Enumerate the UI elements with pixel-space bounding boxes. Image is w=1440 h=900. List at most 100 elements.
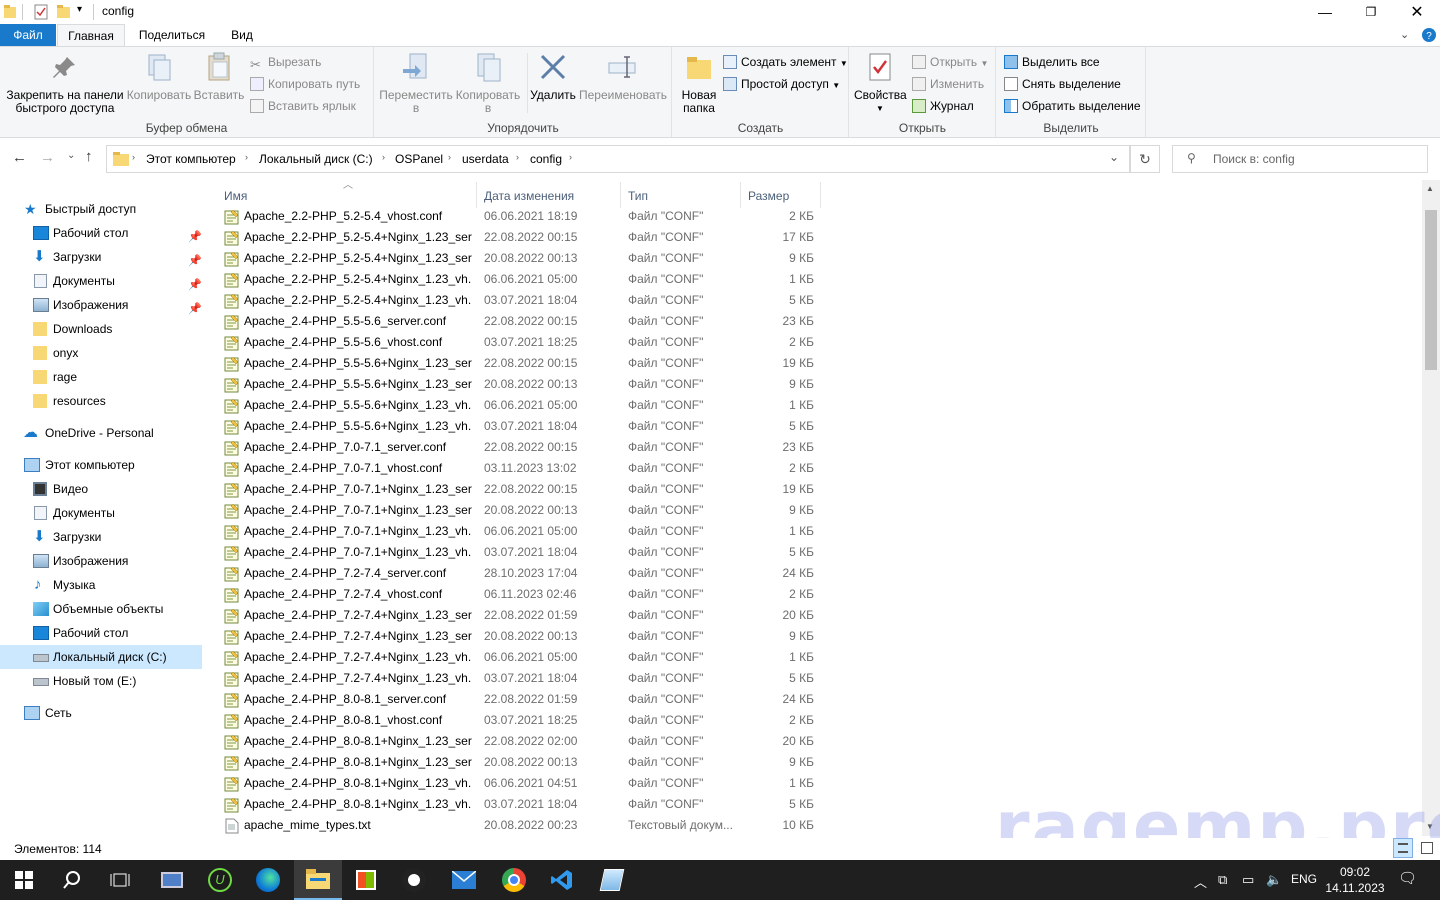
chevron-right-icon[interactable]: › (516, 152, 519, 162)
file-row[interactable]: Apache_2.4-PHP_5.5-5.6_vhost.conf 03.07.2… (222, 332, 822, 353)
chevron-right-icon[interactable]: › (132, 152, 135, 162)
file-row[interactable]: Apache_2.4-PHP_8.0-8.1_server.conf 22.08.… (222, 689, 822, 710)
tab-home[interactable]: Главная (57, 24, 125, 47)
copy-to-button[interactable]: Копировать в (453, 51, 523, 115)
nav-item-documents[interactable]: Документы 📌 (0, 269, 202, 293)
file-row[interactable]: Apache_2.4-PHP_8.0-8.1+Nginx_1.23_ser...… (222, 731, 822, 752)
show-hidden-icons[interactable]: ︿ (1194, 872, 1207, 891)
back-icon[interactable]: ← (12, 149, 27, 166)
cut-button[interactable]: ✂ Вырезать (250, 52, 321, 72)
column-header-date[interactable]: Дата изменения (484, 184, 574, 208)
chevron-right-icon[interactable]: › (569, 152, 572, 162)
nav-item-resources[interactable]: resources (0, 389, 202, 413)
paste-button[interactable]: Вставить (192, 51, 246, 102)
meet-now-icon[interactable]: ⧉ (1218, 872, 1227, 888)
file-row[interactable]: Apache_2.4-PHP_8.0-8.1+Nginx_1.23_vh... 0… (222, 773, 822, 794)
nav-item-volume-e[interactable]: Новый том (E:) (0, 669, 202, 693)
collapse-ribbon-icon[interactable]: ⌄ (1400, 28, 1409, 41)
easy-access-button[interactable]: Простой доступ ▼ (723, 74, 840, 94)
up-icon[interactable]: ↑ (85, 148, 93, 165)
task-view-button[interactable] (96, 860, 144, 900)
file-row[interactable]: apache_mime_types.txt 20.08.2022 00:23 Тек… (222, 815, 822, 836)
nav-item-onyx[interactable]: onyx (0, 341, 202, 365)
chevron-right-icon[interactable]: › (448, 152, 451, 162)
file-row[interactable]: Apache_2.4-PHP_7.0-7.1_vhost.conf 03.11.2… (222, 458, 822, 479)
notifications-icon[interactable]: 🗨 (1398, 869, 1417, 887)
app-obs-button[interactable] (390, 860, 438, 900)
column-header-type[interactable]: Тип (628, 184, 648, 208)
app-notepad-button[interactable] (588, 860, 636, 900)
file-row[interactable]: Apache_2.4-PHP_5.5-5.6+Nginx_1.23_ser...… (222, 353, 822, 374)
properties-button[interactable]: Свойства ▼ (854, 51, 907, 115)
app-settings-button[interactable] (148, 860, 196, 900)
large-icons-view-button[interactable] (1417, 838, 1437, 858)
nav-onedrive[interactable]: ☁ OneDrive - Personal (0, 421, 202, 445)
nav-item-local-disk-c[interactable]: Локальный диск (C:) (0, 645, 202, 669)
file-row[interactable]: Apache_2.4-PHP_7.0-7.1_server.conf 22.08.… (222, 437, 822, 458)
file-row[interactable]: Apache_2.4-PHP_7.0-7.1+Nginx_1.23_vh... 0… (222, 521, 822, 542)
language-indicator[interactable]: ENG (1291, 872, 1317, 886)
file-row[interactable]: Apache_2.4-PHP_7.2-7.4_vhost.conf 06.11.2… (222, 584, 822, 605)
nav-this-pc[interactable]: Этот компьютер (0, 453, 202, 477)
nav-item-downloads-folder[interactable]: Downloads (0, 317, 202, 341)
file-row[interactable]: Apache_2.4-PHP_7.2-7.4+Nginx_1.23_vh... 0… (222, 647, 822, 668)
chevron-right-icon[interactable]: › (382, 152, 385, 162)
crumb-config[interactable]: config (530, 152, 562, 166)
invert-selection-button[interactable]: Обратить выделение (1004, 96, 1141, 116)
file-row[interactable]: Apache_2.4-PHP_8.0-8.1+Nginx_1.23_ser...… (222, 752, 822, 773)
new-folder-button[interactable]: Новая папка (677, 51, 721, 115)
search-taskbar-button[interactable] (48, 860, 96, 900)
close-button[interactable]: ✕ (1394, 0, 1440, 24)
customize-qat-icon[interactable]: ▾ (77, 4, 82, 15)
nav-item-pc-downloads[interactable]: ⬇ Загрузки (0, 525, 202, 549)
file-row[interactable]: Apache_2.4-PHP_5.5-5.6_server.conf 22.08.… (222, 311, 822, 332)
nav-item-pc-pictures[interactable]: Изображения (0, 549, 202, 573)
scroll-up-icon[interactable]: ▲ (1426, 184, 1434, 193)
app-chrome-button[interactable] (490, 860, 538, 900)
history-button[interactable]: Журнал (912, 96, 974, 116)
file-row[interactable]: Apache_2.4-PHP_7.0-7.1+Nginx_1.23_ser...… (222, 500, 822, 521)
recent-locations-icon[interactable]: ⌄ (67, 150, 75, 161)
new-item-button[interactable]: Создать элемент ▼ (723, 52, 848, 72)
nav-item-downloads[interactable]: ⬇ Загрузки 📌 (0, 245, 202, 269)
chevron-right-icon[interactable]: › (245, 152, 248, 162)
network-tray-icon[interactable]: ▭ (1242, 872, 1254, 888)
address-dropdown-icon[interactable]: ⌄ (1109, 150, 1119, 164)
address-input[interactable]: › Этот компьютер › Локальный диск (C:) ›… (106, 145, 1130, 173)
app-mail-button[interactable] (440, 860, 488, 900)
crumb-this-pc[interactable]: Этот компьютер (146, 152, 236, 166)
nav-item-videos[interactable]: Видео (0, 477, 202, 501)
volume-icon[interactable]: 🔈 (1266, 872, 1282, 888)
nav-item-music[interactable]: ♪ Музыка (0, 573, 202, 597)
minimize-button[interactable]: — (1302, 0, 1348, 24)
app-edge-button[interactable] (244, 860, 292, 900)
nav-item-desktop[interactable]: Рабочий стол 📌 (0, 221, 202, 245)
copy-button[interactable]: Копировать (126, 51, 192, 102)
nav-item-pc-desktop[interactable]: Рабочий стол (0, 621, 202, 645)
nav-item-rage[interactable]: rage (0, 365, 202, 389)
refresh-button[interactable]: ↻ (1130, 145, 1160, 173)
details-view-button[interactable] (1393, 838, 1413, 858)
help-icon[interactable]: ? (1422, 28, 1436, 42)
paste-shortcut-button[interactable]: Вставить ярлык (250, 96, 356, 116)
pin-quick-access-button[interactable]: Закрепить на панели быстрого доступа (4, 51, 126, 115)
file-row[interactable]: Apache_2.2-PHP_5.2-5.4+Nginx_1.23_ser...… (222, 227, 822, 248)
file-row[interactable]: Apache_2.4-PHP_8.0-8.1+Nginx_1.23_vh... 0… (222, 794, 822, 815)
file-row[interactable]: Apache_2.2-PHP_5.2-5.4+Nginx_1.23_vh... 0… (222, 269, 822, 290)
file-row[interactable]: Apache_2.4-PHP_5.5-5.6+Nginx_1.23_ser...… (222, 374, 822, 395)
tab-file[interactable]: Файл (0, 24, 56, 46)
rename-button[interactable]: Переименовать (577, 51, 669, 102)
file-row[interactable]: Apache_2.4-PHP_7.2-7.4+Nginx_1.23_ser...… (222, 626, 822, 647)
column-header-size[interactable]: Размер (748, 184, 789, 208)
file-row[interactable]: Apache_2.4-PHP_7.2-7.4_server.conf 28.10.… (222, 563, 822, 584)
file-row[interactable]: Apache_2.4-PHP_5.5-5.6+Nginx_1.23_vh... 0… (222, 395, 822, 416)
copy-path-button[interactable]: Копировать путь (250, 74, 360, 94)
app-vscode-button[interactable] (538, 860, 586, 900)
clock[interactable]: 09:02 14.11.2023 (1324, 864, 1386, 896)
file-row[interactable]: Apache_2.4-PHP_8.0-8.1_vhost.conf 03.07.2… (222, 710, 822, 731)
file-row[interactable]: Apache_2.2-PHP_5.2-5.4_vhost.conf 06.06.2… (222, 206, 822, 227)
file-row[interactable]: Apache_2.4-PHP_7.2-7.4+Nginx_1.23_vh... 0… (222, 668, 822, 689)
file-row[interactable]: Apache_2.4-PHP_7.0-7.1+Nginx_1.23_vh... 0… (222, 542, 822, 563)
tab-view[interactable]: Вид (220, 24, 264, 46)
nav-network[interactable]: Сеть (0, 701, 202, 725)
